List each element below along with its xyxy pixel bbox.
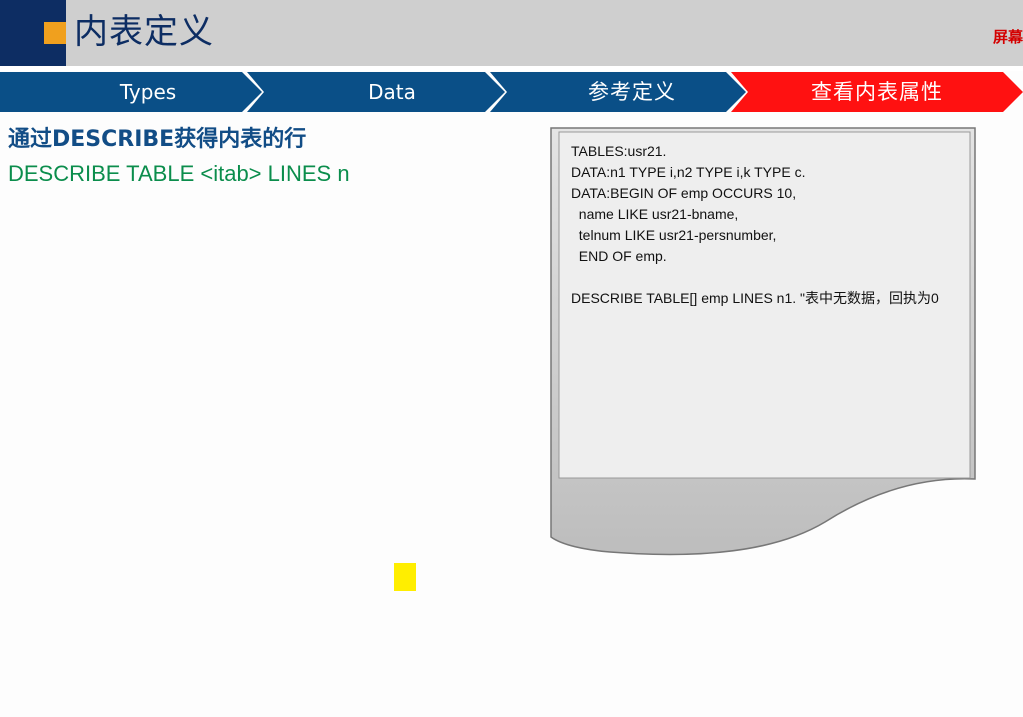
code-line: END OF emp. — [571, 248, 667, 264]
slide-header: 内表定义 屏幕 — [0, 0, 1023, 66]
header-separator — [0, 66, 1023, 71]
process-tabs: Types Data 参考定义 查看内表属性 — [0, 72, 1023, 112]
code-line: DATA:n1 TYPE i,n2 TYPE i,k TYPE c. — [571, 164, 806, 180]
tab-view-table-attributes[interactable]: 查看内表属性 — [752, 72, 1002, 112]
code-line: name LIKE usr21-bname, — [571, 206, 739, 222]
tab-types[interactable]: Types — [30, 72, 266, 112]
yellow-highlight-marker — [394, 563, 416, 591]
code-block: TABLES:usr21. DATA:n1 TYPE i,n2 TYPE i,k… — [561, 134, 966, 476]
tab-data[interactable]: Data — [272, 72, 512, 112]
code-line: DATA:BEGIN OF emp OCCURS 10, — [571, 185, 797, 201]
syntax-line: DESCRIBE TABLE <itab> LINES n — [8, 161, 350, 186]
content-title: 通过DESCRIBE获得内表的行 — [8, 127, 307, 152]
code-line: TABLES:usr21. — [571, 143, 667, 159]
code-line-describe: DESCRIBE TABLE[] emp LINES n1. "表中无数据，回执… — [571, 290, 939, 306]
tab-reference-definition[interactable]: 参考定义 — [512, 72, 752, 112]
header-right-text: 屏幕 — [992, 28, 1023, 46]
header-orange-square — [44, 22, 66, 44]
slide-title: 内表定义 — [74, 12, 214, 52]
code-line: telnum LIKE usr21-persnumber, — [571, 227, 777, 243]
